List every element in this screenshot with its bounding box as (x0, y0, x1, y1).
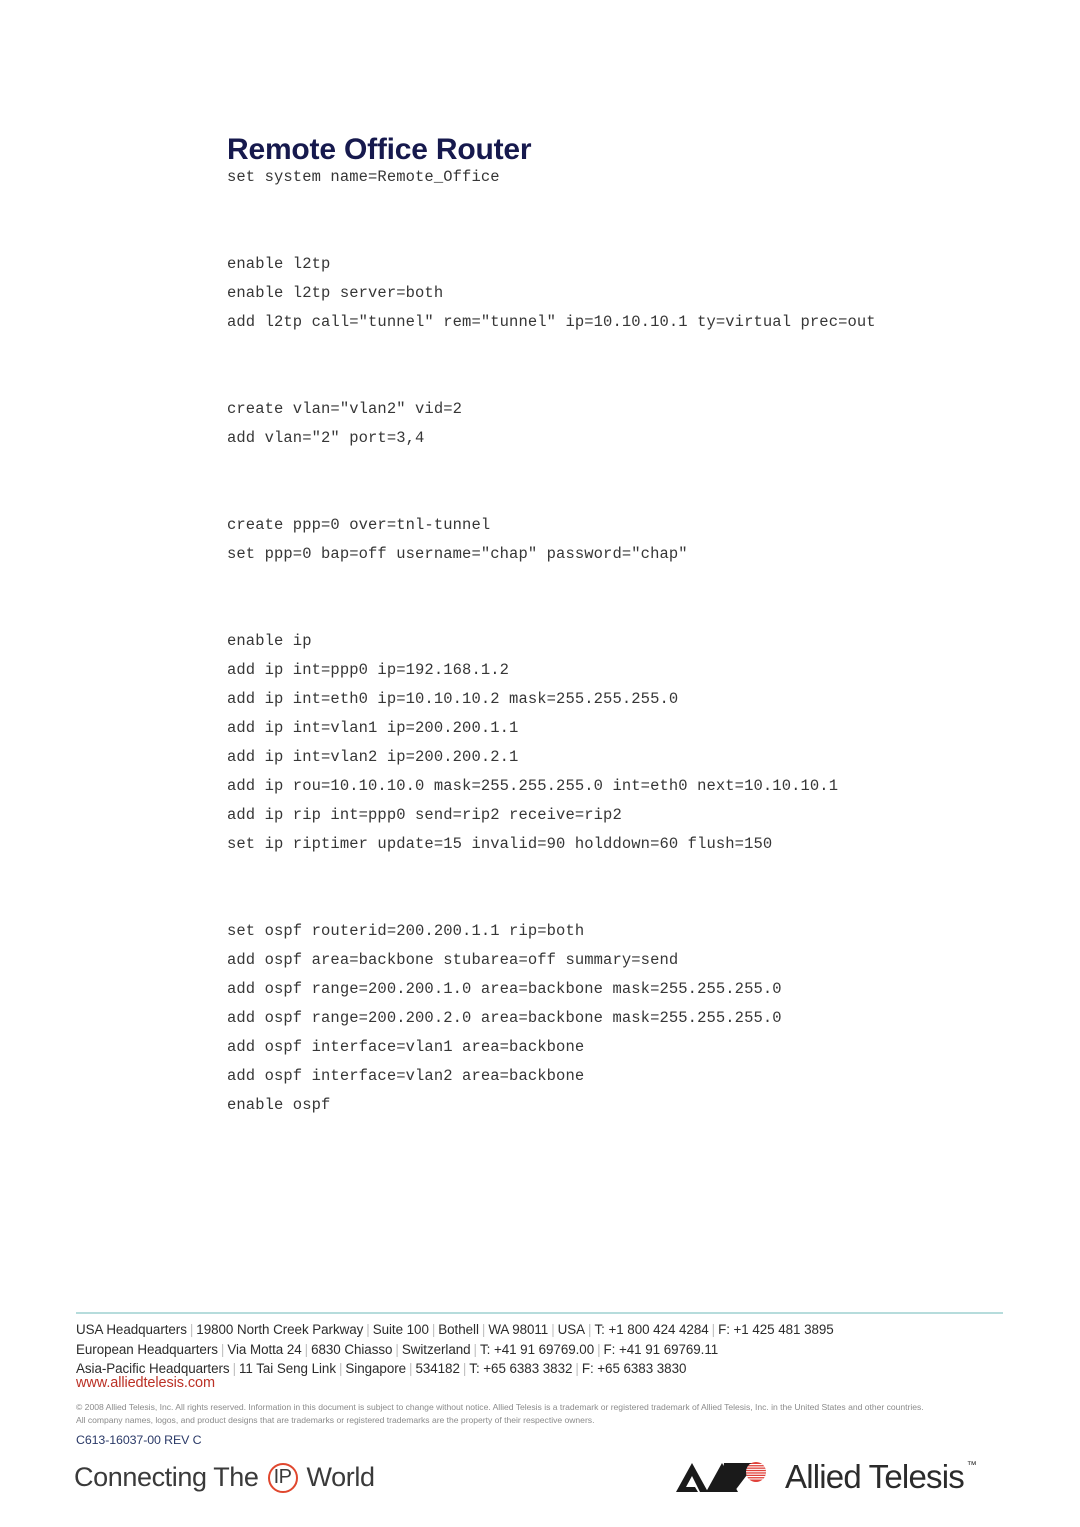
address-part: F: +65 6383 3830 (581, 1361, 687, 1376)
address-part: 6830 Chiasso (311, 1341, 393, 1357)
address-separator: | (473, 1341, 477, 1357)
address-part: F: +1 425 481 3895 (718, 1322, 834, 1337)
address-part: 11 Tai Seng Link (239, 1361, 336, 1376)
address-separator: | (711, 1322, 716, 1337)
code-line: add ospf interface=vlan2 area=backbone (227, 1067, 585, 1085)
allied-telesis-mark-icon (676, 1459, 774, 1495)
address-part: T: +1 800 424 4284 (594, 1322, 709, 1337)
code-line: add ip int=eth0 ip=10.10.10.2 mask=255.2… (227, 690, 679, 708)
address-separator: | (232, 1361, 236, 1376)
company-website-link[interactable]: www.alliedtelesis.com (76, 1375, 215, 1391)
code-line: enable l2tp (227, 255, 331, 273)
address-separator: | (481, 1322, 486, 1337)
address-part: USA Headquarters (76, 1322, 187, 1337)
code-line: add vlan="2" port=3,4 (227, 429, 425, 447)
address-part: Switzerland (401, 1341, 471, 1357)
document-page: Remote Office Router set system name=Rem… (0, 0, 1080, 1527)
legal-notice: © 2008 Allied Telesis, Inc. All rights r… (76, 1401, 1011, 1426)
address-part: T: +65 6383 3832 (469, 1361, 573, 1376)
allied-telesis-logo: Allied Telesis ™ (676, 1458, 977, 1496)
configuration-code-block: set system name=Remote_Officeenable l2tp… (227, 163, 1027, 1120)
brand-name: Allied Telesis ™ (785, 1458, 977, 1496)
address-separator: | (220, 1341, 225, 1357)
page-title: Remote Office Router (227, 133, 532, 167)
address-part: 534182 (415, 1361, 460, 1376)
code-line: set system name=Remote_Office (227, 168, 500, 186)
code-line: add ip int=vlan1 ip=200.200.1.1 (227, 719, 519, 737)
code-line: create vlan="vlan2" vid=2 (227, 400, 463, 418)
address-separator: | (431, 1322, 436, 1337)
code-line: create ppp=0 over=tnl-tunnel (227, 516, 491, 534)
address-separator: | (366, 1322, 370, 1337)
address-part: 19800 North Creek Parkway (196, 1322, 364, 1337)
footer-address-block: USA Headquarters | 19800 North Creek Parkw… (76, 1320, 1016, 1379)
address-part: European Headquarters (76, 1341, 218, 1357)
address-part: Suite 100 (372, 1322, 429, 1337)
code-line: set ppp=0 bap=off username="chap" passwo… (227, 545, 688, 563)
code-line: add ip rou=10.10.10.0 mask=255.255.255.0… (227, 777, 839, 795)
address-separator: | (597, 1341, 601, 1357)
address-part: F: +41 91 69769.11 (603, 1341, 719, 1357)
address-separator: | (395, 1341, 399, 1357)
company-tagline: Connecting The IP World (74, 1462, 375, 1493)
address-part: USA (557, 1322, 586, 1337)
address-separator: | (575, 1361, 579, 1376)
code-line: add ospf interface=vlan1 area=backbone (227, 1038, 585, 1056)
code-line: set ip riptimer update=15 invalid=90 hol… (227, 835, 773, 853)
trademark-symbol: ™ (966, 1460, 977, 1471)
tagline-text-after: World (306, 1462, 375, 1492)
address-part: Via Motta 24 (227, 1341, 302, 1357)
address-part: Bothell (438, 1322, 479, 1337)
address-separator: | (338, 1361, 343, 1376)
address-separator: | (551, 1322, 555, 1337)
document-reference-code: C613-16037-00 REV C (76, 1433, 202, 1447)
code-line: add ip int=ppp0 ip=192.168.1.2 (227, 661, 510, 679)
brand-name-text: Allied Telesis (785, 1458, 965, 1495)
tagline-text-before: Connecting The (74, 1462, 259, 1492)
footer-address-line: European Headquarters | Via Motta 24 | 6830 … (76, 1340, 1016, 1360)
code-line: enable l2tp server=both (227, 284, 444, 302)
address-separator: | (304, 1341, 309, 1357)
address-part: T: +41 91 69769.00 (479, 1341, 595, 1357)
code-line: add ip int=vlan2 ip=200.200.2.1 (227, 748, 519, 766)
legal-line-copyright: © 2008 Allied Telesis, Inc. All rights r… (76, 1402, 924, 1412)
code-line: add l2tp call="tunnel" rem="tunnel" ip=1… (227, 313, 876, 331)
code-line: add ospf range=200.200.2.0 area=backbone… (227, 1009, 782, 1027)
address-part: Singapore (345, 1361, 407, 1376)
footer-divider (76, 1312, 1003, 1314)
code-line: enable ospf (227, 1096, 331, 1114)
address-part: Asia-Pacific Headquarters (76, 1361, 230, 1376)
footer-address-line: USA Headquarters | 19800 North Creek Parkw… (76, 1320, 1016, 1340)
legal-line-trademarks: All company names, logos, and product de… (76, 1414, 595, 1425)
ip-badge-icon: IP (267, 1462, 298, 1493)
code-line: add ospf area=backbone stubarea=off summ… (227, 951, 679, 969)
address-separator: | (189, 1322, 194, 1337)
address-separator: | (462, 1361, 467, 1376)
footer-address-line: Asia-Pacific Headquarters | 11 Tai Seng Li… (76, 1359, 1016, 1379)
code-line: set ospf routerid=200.200.1.1 rip=both (227, 922, 585, 940)
code-line: enable ip (227, 632, 312, 650)
code-line: add ospf range=200.200.1.0 area=backbone… (227, 980, 782, 998)
address-part: WA 98011 (488, 1322, 549, 1337)
code-line: add ip rip int=ppp0 send=rip2 receive=ri… (227, 806, 622, 824)
